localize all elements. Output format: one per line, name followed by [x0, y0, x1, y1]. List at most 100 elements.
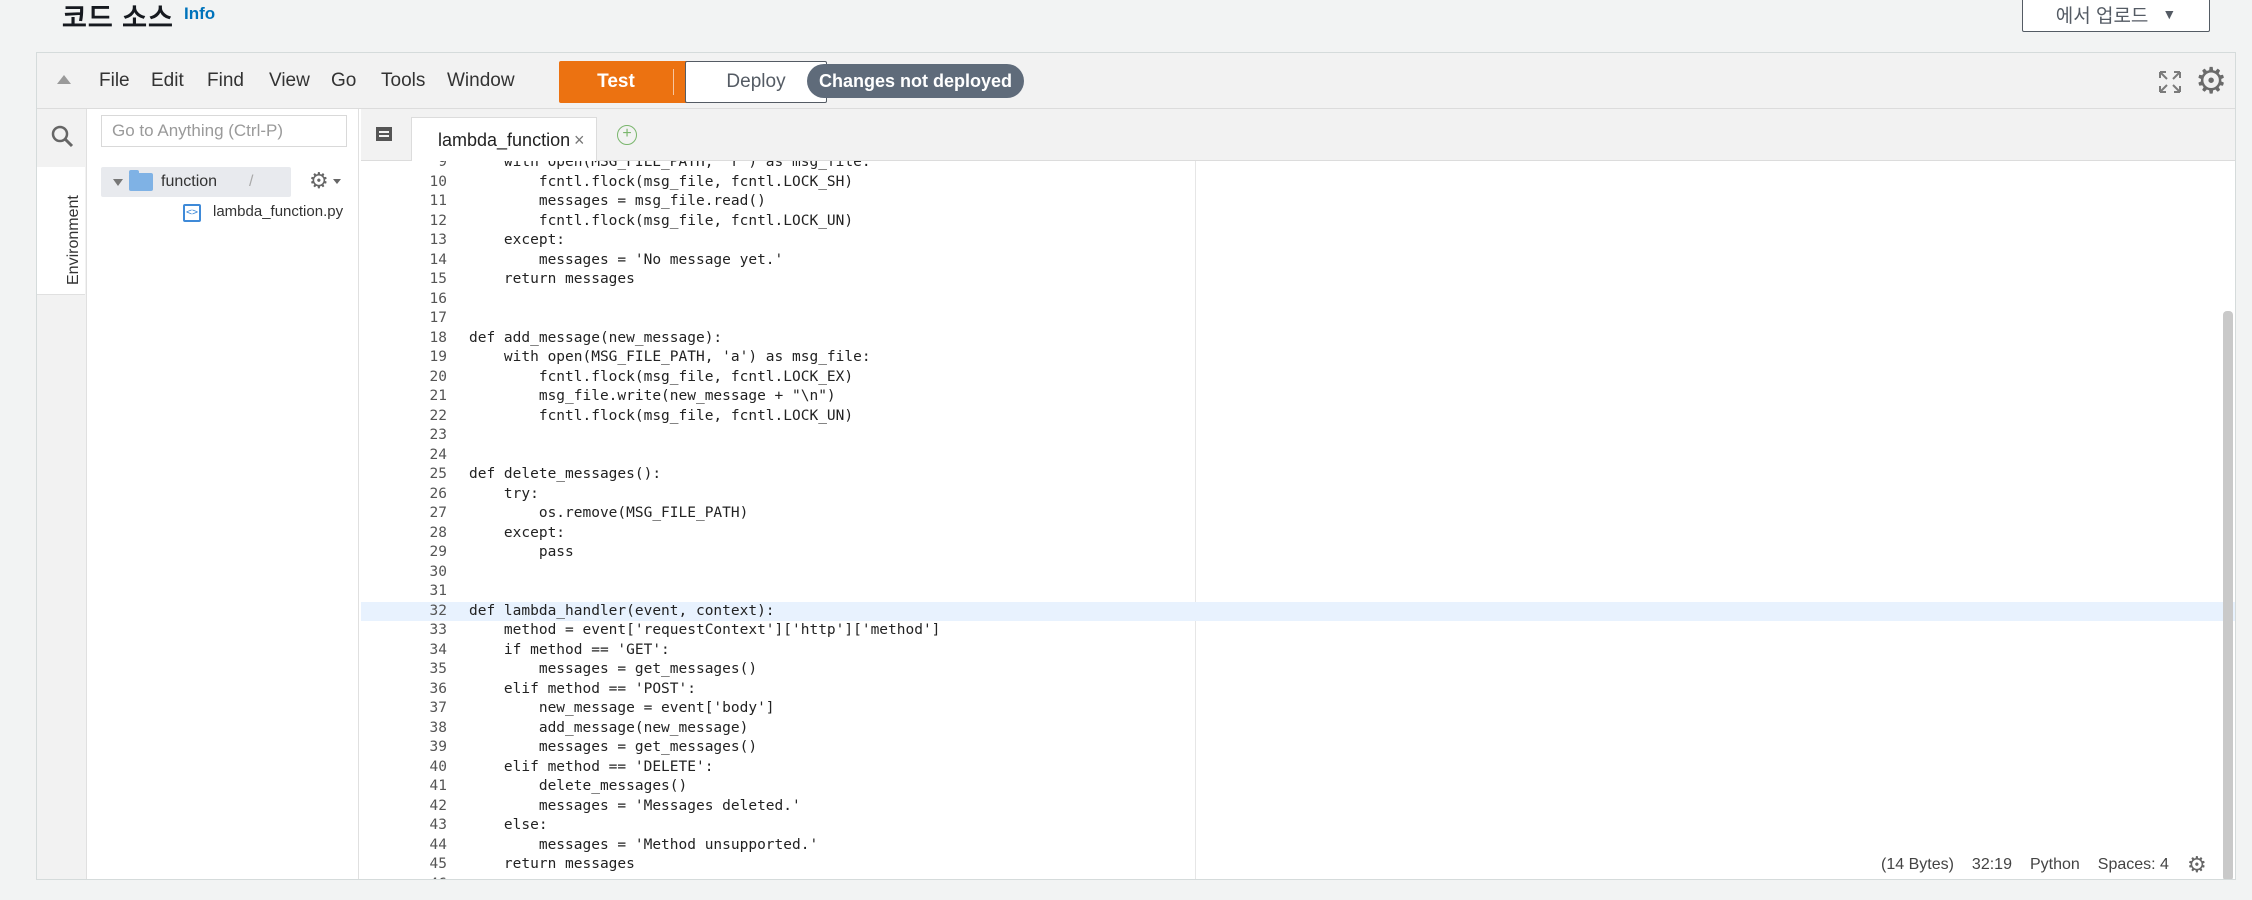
code-line[interactable]: 25 def delete_messages():: [361, 465, 2235, 485]
tab-lambda-function[interactable]: lambda_function ×: [411, 117, 597, 161]
line-number: 43: [429, 817, 447, 833]
add-tab-icon[interactable]: +: [617, 125, 637, 145]
code-line[interactable]: 27 os.remove(MSG_FILE_PATH): [361, 504, 2235, 524]
line-number: 34: [429, 641, 447, 658]
python-file-icon: <>: [183, 204, 201, 222]
code-text: messages = 'Method unsupported.': [469, 836, 819, 853]
code-text: add_message(new_message): [469, 719, 749, 736]
code-line[interactable]: 21 msg_file.write(new_message + "\n"): [361, 387, 2235, 407]
code-text: fcntl.flock(msg_file, fcntl.LOCK_SH): [469, 173, 854, 190]
deploy-button[interactable]: Deploy: [685, 61, 827, 103]
collapse-icon[interactable]: [57, 75, 71, 84]
tree-file-label: lambda_function.py: [213, 203, 344, 220]
settings-gear-icon[interactable]: ⚙: [2195, 61, 2227, 101]
code-line[interactable]: 30: [361, 563, 2235, 583]
environment-tab[interactable]: Environment: [37, 167, 85, 295]
code-line[interactable]: 38 add_message(new_message): [361, 719, 2235, 739]
code-line[interactable]: 11 messages = msg_file.read(): [361, 192, 2235, 212]
code-line[interactable]: 39 messages = get_messages(): [361, 738, 2235, 758]
tree-folder-function[interactable]: function /: [101, 167, 291, 197]
chevron-down-icon[interactable]: [113, 179, 123, 186]
line-number: 17: [429, 310, 447, 326]
caret-down-icon[interactable]: [333, 179, 341, 184]
code-text: fcntl.flock(msg_file, fcntl.LOCK_EX): [469, 368, 854, 385]
line-number: 24: [429, 446, 447, 463]
go-to-anything-input[interactable]: [101, 115, 347, 147]
line-number: 10: [429, 173, 447, 190]
info-link[interactable]: Info: [184, 4, 215, 24]
code-line[interactable]: 17: [361, 309, 2235, 329]
test-button-divider: [673, 69, 674, 95]
code-line[interactable]: 10 fcntl.flock(msg_file, fcntl.LOCK_SH): [361, 173, 2235, 193]
indentation[interactable]: Spaces: 4: [2098, 856, 2169, 874]
deploy-status-badge: Changes not deployed: [807, 64, 1025, 98]
line-number: 39: [429, 739, 447, 755]
line-number: 35: [429, 661, 447, 677]
code-line[interactable]: 40 elif method == 'DELETE':: [361, 758, 2235, 778]
editor-tabbar: lambda_function × +: [361, 109, 2235, 161]
left-panel-strip: Environment: [37, 109, 87, 879]
code-line[interactable]: 33 method = event['requestContext']['htt…: [361, 621, 2235, 641]
vertical-scrollbar[interactable]: [2223, 311, 2233, 879]
search-icon[interactable]: [49, 123, 75, 149]
language-mode[interactable]: Python: [2030, 856, 2080, 874]
code-line[interactable]: 37 new_message = event['body']: [361, 699, 2235, 719]
code-text: pass: [469, 544, 574, 560]
code-text: def lambda_handler(event, context):: [469, 602, 775, 619]
code-line[interactable]: 20 fcntl.flock(msg_file, fcntl.LOCK_EX): [361, 368, 2235, 388]
code-line[interactable]: 31: [361, 582, 2235, 602]
menu-go[interactable]: Go: [331, 70, 356, 92]
code-line[interactable]: 24: [361, 446, 2235, 466]
code-line[interactable]: 14 messages = 'No message yet.': [361, 251, 2235, 271]
line-number: 28: [429, 524, 447, 541]
code-text: messages = get_messages(): [469, 661, 758, 677]
editor-settings-icon[interactable]: ⚙: [2187, 852, 2207, 878]
code-line[interactable]: 15 return messages: [361, 270, 2235, 290]
cursor-position[interactable]: 32:19: [1972, 856, 2012, 874]
line-number: 38: [429, 719, 447, 736]
code-text: with open(MSG_FILE_PATH, 'r') as msg_fil…: [469, 161, 871, 170]
line-number: 25: [429, 466, 447, 482]
code-text: with open(MSG_FILE_PATH, 'a') as msg_fil…: [469, 349, 871, 365]
code-line[interactable]: 32 def lambda_handler(event, context):: [361, 601, 2235, 621]
tab-list-icon[interactable]: [375, 126, 393, 142]
menu-edit[interactable]: Edit: [151, 70, 184, 92]
fullscreen-icon[interactable]: [2157, 69, 2183, 95]
code-line[interactable]: 23: [361, 426, 2235, 446]
close-icon[interactable]: ×: [574, 130, 585, 151]
line-number: 9: [438, 161, 447, 170]
code-line[interactable]: 26 try:: [361, 485, 2235, 505]
line-number: 44: [429, 836, 447, 853]
code-line[interactable]: 18 def add_message(new_message):: [361, 329, 2235, 349]
code-line[interactable]: 13 except:: [361, 231, 2235, 251]
code-line[interactable]: 28 except:: [361, 524, 2235, 544]
code-line[interactable]: 9 with open(MSG_FILE_PATH, 'r') as msg_f…: [361, 161, 2235, 173]
line-number: 13: [429, 232, 447, 248]
menu-view[interactable]: View: [269, 70, 310, 92]
code-line[interactable]: 22 fcntl.flock(msg_file, fcntl.LOCK_UN): [361, 407, 2235, 427]
code-line[interactable]: 36 elif method == 'POST':: [361, 680, 2235, 700]
code-text: def delete_messages():: [469, 466, 662, 482]
code-line[interactable]: 34 if method == 'GET':: [361, 641, 2235, 661]
line-number: 16: [429, 290, 447, 307]
code-line[interactable]: 35 messages = get_messages(): [361, 660, 2235, 680]
code-line[interactable]: 12 fcntl.flock(msg_file, fcntl.LOCK_UN): [361, 212, 2235, 232]
code-text: messages = msg_file.read(): [469, 193, 766, 209]
code-line[interactable]: 29 pass: [361, 543, 2235, 563]
upload-button[interactable]: 에서 업로드 ▼: [2022, 0, 2210, 32]
code-text: fcntl.flock(msg_file, fcntl.LOCK_UN): [469, 407, 854, 424]
menu-find[interactable]: Find: [207, 70, 244, 92]
code-text: messages = 'Messages deleted.': [469, 797, 801, 814]
environment-tab-label: Environment: [65, 195, 82, 285]
code-line[interactable]: 41 delete_messages(): [361, 777, 2235, 797]
code-line[interactable]: 43 else:: [361, 816, 2235, 836]
menu-file[interactable]: File: [99, 70, 130, 92]
page-title: 코드 소스: [62, 3, 174, 33]
tree-settings-icon[interactable]: ⚙: [309, 169, 329, 193]
code-line[interactable]: 16: [361, 290, 2235, 310]
code-line[interactable]: 19 with open(MSG_FILE_PATH, 'a') as msg_…: [361, 348, 2235, 368]
menu-tools[interactable]: Tools: [381, 70, 425, 92]
code-line[interactable]: 42 messages = 'Messages deleted.': [361, 797, 2235, 817]
code-editor[interactable]: 9 with open(MSG_FILE_PATH, 'r') as msg_f…: [361, 161, 2235, 879]
menu-window[interactable]: Window: [447, 70, 515, 92]
